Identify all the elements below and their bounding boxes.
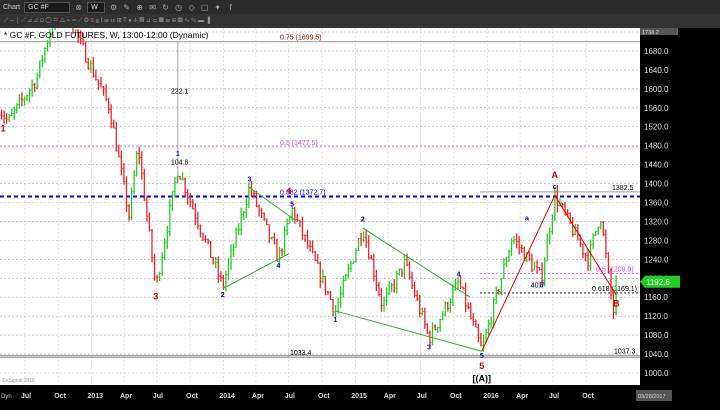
x-tick-label: Apr <box>384 393 396 400</box>
y-tick-label: 1320.0 <box>644 217 669 226</box>
x-tick-label: Jul <box>549 393 559 400</box>
wave-label: A <box>552 170 559 180</box>
shield-icon[interactable]: ▢ <box>200 3 209 12</box>
watermark: ©eSignal 2016 <box>2 377 35 384</box>
measure-label: 104.8 <box>171 160 189 167</box>
y-tick-label: 1280.0 <box>644 236 669 245</box>
x-tick-label: Oct <box>318 393 330 400</box>
price-chart-area[interactable]: 0.75 (1699.5) 0.5 (1477.5) 0.382 (1372.7) 1… <box>0 0 640 393</box>
x-tick-label: Jul <box>417 393 427 400</box>
tag-icon[interactable]: ◇ <box>187 3 196 12</box>
x-tick-label: Apr <box>252 393 264 400</box>
y-tick-label: 1600.0 <box>644 85 669 94</box>
x-tick-label: Jul <box>153 393 163 400</box>
wave-label: [(A)] <box>473 374 492 384</box>
wave-label: 3 <box>153 292 158 302</box>
x-tick-label: Apr <box>516 393 528 400</box>
drawing-toolbar: ⟋ ─ │ ⟋ ⊿ ∠ ⊡ ◯ ▭ △ ⌁ ═ ⟋ ◎ ≡ ≣ ∥ ☰ ☷ ⊞ … <box>0 14 720 28</box>
wave-label: 3 <box>427 344 431 351</box>
wave-label: c <box>553 184 557 191</box>
wave-label: 3 <box>247 177 251 184</box>
y-tick-label: 1240.0 <box>644 255 669 264</box>
x-tick-label: Oct <box>450 393 462 400</box>
x-tick-label: Oct <box>186 393 198 400</box>
y-tick-label: 1400.0 <box>644 180 669 189</box>
link-icon[interactable]: ⊗ <box>74 3 83 12</box>
x-tick-label: 2013 <box>87 393 103 400</box>
wave-label: 4 <box>276 263 280 270</box>
message-icon[interactable]: ✉ <box>148 3 157 12</box>
wave-label: 5 <box>480 353 484 360</box>
y-tick-label: 1440.0 <box>644 161 669 170</box>
x-tick-label: Jul <box>285 393 295 400</box>
trendline <box>335 310 482 352</box>
wave-label: 2 <box>221 292 225 299</box>
y-tick-label: 1640.0 <box>644 66 669 75</box>
measure-label: 222.1 <box>171 89 189 96</box>
level-label: 1033.4 <box>290 350 312 357</box>
y-tick-label: 1480.0 <box>644 142 669 151</box>
y-tick-label: 1680.0 <box>644 47 669 56</box>
wave-label: b <box>539 283 543 290</box>
wave-label: 4 <box>286 186 291 196</box>
y-tick-label: 1160.0 <box>644 293 668 302</box>
y-tick-label: 1360.0 <box>644 198 669 207</box>
wave-label: 1 <box>176 151 180 158</box>
chart-title: * GC #F, GOLD FUTURES, W, 13:00-12:00 (D… <box>4 30 209 40</box>
trendline <box>222 253 290 290</box>
wave-label: 4 <box>457 271 461 278</box>
clock-icon[interactable]: ◷ <box>174 3 183 12</box>
wave-label: 1 <box>333 317 337 324</box>
price-chart-svg: 0.75 (1699.5)0.5 (1477.5)0.382 (1372.7)1… <box>0 0 640 393</box>
x-tick-label: Jul <box>21 393 31 400</box>
y-tick-label: 1520.0 <box>644 123 669 132</box>
x-tick-label: Oct <box>54 393 66 400</box>
time-axis[interactable]: Dyn 03/28/2017 Jul Oct 2013 Apr Jul Oct 2014 Ap… <box>0 385 720 405</box>
twitter-icon[interactable]: ✦ <box>213 3 222 12</box>
y-tick-label: 1040.0 <box>644 350 669 359</box>
settings-icon[interactable]: ⚙ <box>109 3 118 12</box>
main-toolbar: Chart GC #F ⊗ W ⚙ ✎ ⊕ ✉ ↻ ◷ ◇ ▢ ✦ f <box>0 0 720 14</box>
dyn-label: Dyn <box>1 394 12 400</box>
last-price-label: 1192.6 <box>646 278 670 287</box>
x-tick-label: 2016 <box>483 393 499 400</box>
y-tick-label: 1080.0 <box>644 331 669 340</box>
x-tick-label: Apr <box>120 393 132 400</box>
level-label: 0.75 (1699.5) <box>280 35 322 42</box>
interval-select[interactable]: W <box>87 1 106 13</box>
level-label: 1382.5 <box>612 185 634 192</box>
symbol-input[interactable]: GC #F <box>24 1 71 13</box>
x-tick-label: 2014 <box>219 393 235 400</box>
wave-label: a <box>525 215 529 222</box>
x-tick-label: 2015 <box>351 393 367 400</box>
wave-label: 2 <box>361 216 365 223</box>
x-tick-label: Oct <box>582 393 594 400</box>
wave-label: 5 <box>479 361 484 371</box>
y-tick-label: 1120.0 <box>644 312 668 321</box>
y-tick-label: 1560.0 <box>644 104 669 113</box>
wave-label: 1 <box>0 123 5 133</box>
axis-top-label: 1738.2 <box>642 30 659 36</box>
chart-label: Chart <box>3 3 21 11</box>
refresh-icon[interactable]: ↻ <box>161 3 170 12</box>
facebook-icon[interactable]: f <box>226 3 235 12</box>
drawing-tools-icon[interactable]: ⟋ ─ │ ⟋ ⊿ ∠ ⊡ ◯ ▭ △ ⌁ ═ ⟋ ◎ ≡ ≣ ∥ ☰ ☷ ⊞ … <box>4 17 210 25</box>
zoom-in-icon[interactable]: ⊕ <box>135 3 144 12</box>
y-tick-label: 1000.0 <box>644 369 669 378</box>
draw-icon[interactable]: ✎ <box>122 3 131 12</box>
price-axis[interactable]: 1720.01680.01640.01600.01560.01520.01480… <box>640 28 720 397</box>
level-label: 0.5 (1209.9) <box>596 267 634 274</box>
level-label: 0.5 (1477.5) <box>280 140 318 147</box>
wave-label: B <box>613 299 620 309</box>
current-date: 03/28/2017 <box>638 394 666 400</box>
wave-label: 5 <box>290 201 294 208</box>
level-label: 1037.3 <box>614 348 636 355</box>
